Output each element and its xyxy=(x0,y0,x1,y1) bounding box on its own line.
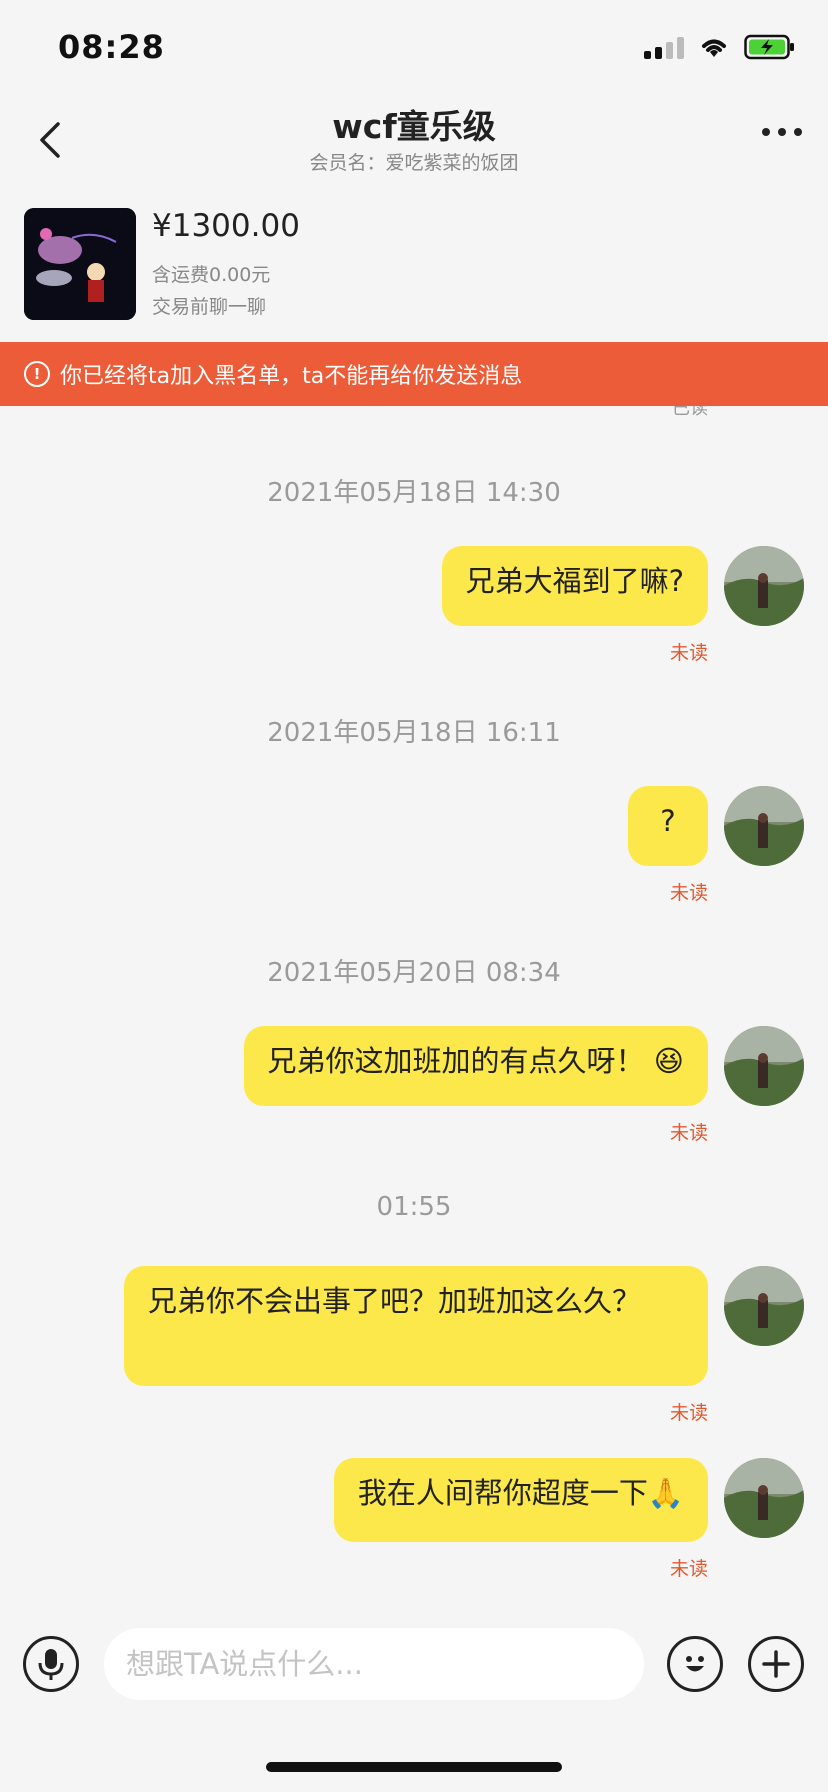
member-name: 会员名：爱吃紫菜的饭团 xyxy=(309,152,519,174)
message-bubble[interactable]: 兄弟大福到了嘛? xyxy=(441,546,708,626)
more-actions-button[interactable] xyxy=(748,1636,804,1692)
product-chat-label: 交易前聊一聊 xyxy=(152,296,267,318)
unread-status: 未读 xyxy=(669,882,708,904)
status-icons xyxy=(644,34,796,60)
avatar[interactable] xyxy=(724,786,804,866)
wifi-icon xyxy=(702,39,726,57)
product-shipping: 含运费0.00元 xyxy=(152,264,271,286)
message-timestamp: 2021年05月18日 14:30 xyxy=(267,478,561,508)
avatar[interactable] xyxy=(724,546,804,626)
warning-text: 你已经将ta加入黑名单，ta不能再给你发送消息 xyxy=(60,364,523,389)
emoji-icon xyxy=(686,1656,704,1672)
status-bar: 08:28 xyxy=(0,0,828,98)
status-time: 08:28 xyxy=(58,28,165,66)
chat-title: wcf童乐级 xyxy=(332,107,496,146)
message-timestamp: 01:55 xyxy=(376,1192,452,1222)
unread-status: 未读 xyxy=(669,642,708,664)
message-input[interactable] xyxy=(104,1628,644,1700)
message-bubble[interactable]: 兄弟你不会出事了吧？加班加这么久？ xyxy=(124,1266,708,1386)
blacklist-warning-banner: ! 你已经将ta加入黑名单，ta不能再给你发送消息 xyxy=(0,342,828,406)
mic-icon xyxy=(38,1649,64,1680)
unread-status: 未读 xyxy=(669,1402,708,1424)
chat-messages[interactable]: 已读 2021年05月18日 14:30 兄弟大福到了嘛? 未读 2021年05… xyxy=(0,406,828,1606)
signal-icon xyxy=(644,35,684,59)
home-indicator[interactable] xyxy=(266,1762,562,1772)
battery-charging-icon xyxy=(744,34,794,60)
message-bubble[interactable]: ? xyxy=(628,786,708,866)
more-button[interactable] xyxy=(762,128,802,136)
avatar[interactable] xyxy=(724,1458,804,1538)
avatar[interactable] xyxy=(724,1026,804,1106)
emoji-button[interactable] xyxy=(667,1636,723,1692)
read-status: 已读 xyxy=(672,406,708,419)
product-image[interactable] xyxy=(24,208,136,320)
message-bubble[interactable]: 我在人间帮你超度一下🙏 xyxy=(333,1458,708,1542)
message-timestamp: 2021年05月18日 16:11 xyxy=(267,718,561,748)
warning-icon: ! xyxy=(24,361,50,387)
chat-header: wcf童乐级 会员名：爱吃紫菜的饭团 xyxy=(0,98,828,198)
product-card[interactable]: ¥1300.00 含运费0.00元 交易前聊一聊 xyxy=(0,198,828,342)
product-price: ¥1300.00 xyxy=(152,208,300,244)
unread-status: 未读 xyxy=(669,1558,708,1580)
plus-icon xyxy=(762,1650,790,1678)
voice-button[interactable] xyxy=(23,1636,79,1692)
message-timestamp: 2021年05月20日 08:34 xyxy=(267,958,561,988)
avatar[interactable] xyxy=(724,1266,804,1346)
input-bar xyxy=(0,1606,828,1726)
more-icon xyxy=(762,128,770,136)
pray-emoji: 🙏 xyxy=(647,1476,684,1510)
unread-status: 未读 xyxy=(669,1122,708,1144)
laughing-emoji: 😆 xyxy=(653,1044,684,1078)
message-bubble[interactable]: 兄弟你这加班加的有点久呀！ 😆 xyxy=(243,1026,708,1106)
